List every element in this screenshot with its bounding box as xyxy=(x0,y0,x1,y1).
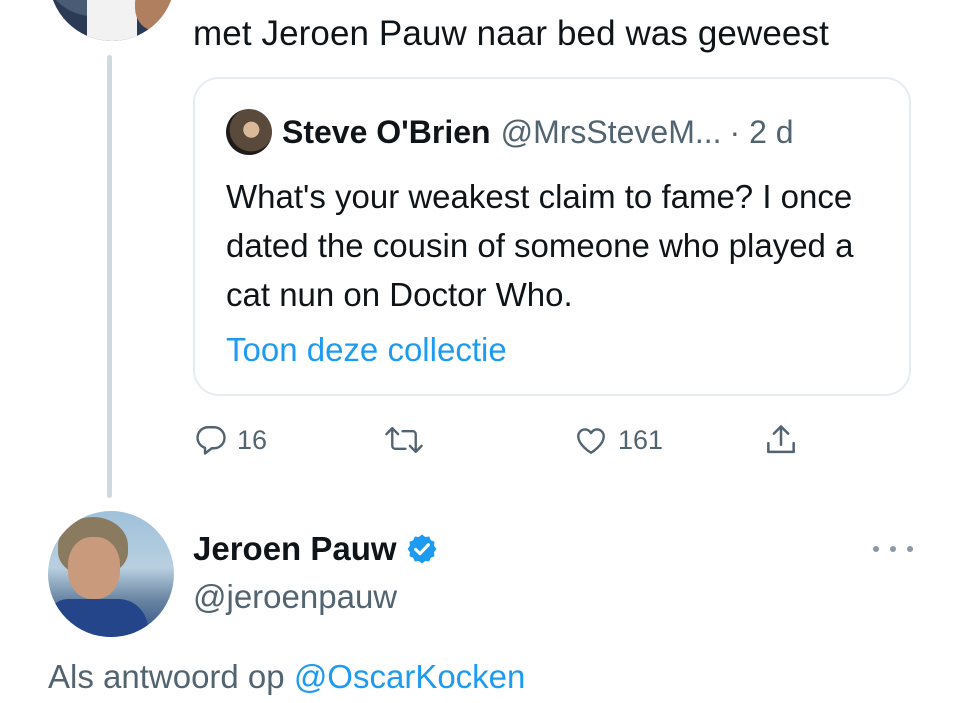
replying-to-prefix: Als antwoord op xyxy=(48,658,285,695)
speech-bubble-icon xyxy=(196,426,226,455)
show-collection-link[interactable]: Toon deze collectie xyxy=(226,327,507,373)
verified-badge-icon xyxy=(407,534,437,564)
like-count: 161 xyxy=(618,424,664,455)
top-tweet-text: met Jeroen Pauw naar bed was geweest xyxy=(193,14,829,53)
reply-button[interactable]: 16 xyxy=(193,420,267,460)
more-options-button[interactable] xyxy=(873,534,913,564)
thread-connector-line xyxy=(107,55,112,498)
share-icon xyxy=(767,425,795,454)
quoted-tweet-author-handle: @MrsSteveM... xyxy=(500,114,722,150)
like-button[interactable]: 161 xyxy=(572,420,663,460)
more-dots-icon xyxy=(907,546,913,552)
reply-tweet-author[interactable]: Jeroen Pauw xyxy=(193,528,439,570)
more-dots-icon xyxy=(873,546,879,552)
quoted-tweet-author-name: Steve O'Brien xyxy=(282,114,491,150)
quoted-tweet-header: Steve O'Brien @MrsSteveM... · 2 d xyxy=(282,112,794,152)
quoted-tweet-timestamp: · 2 d xyxy=(729,114,794,150)
more-dots-icon xyxy=(890,546,896,552)
retweet-button[interactable] xyxy=(382,420,426,460)
reply-tweet-avatar[interactable] xyxy=(48,511,174,637)
quoted-tweet-avatar xyxy=(226,109,272,155)
reply-tweet-author-handle[interactable]: @jeroenpauw xyxy=(193,576,397,618)
heart-icon xyxy=(577,428,605,454)
reply-tweet-author-name: Jeroen Pauw xyxy=(193,530,397,567)
share-button[interactable] xyxy=(762,420,800,460)
top-tweet-avatar[interactable] xyxy=(49,0,175,41)
replying-to-line: Als antwoord op @OscarKocken xyxy=(48,655,525,699)
quoted-tweet-body: What's your weakest claim to fame? I onc… xyxy=(226,178,854,313)
reply-count: 16 xyxy=(237,424,268,455)
replying-to-mention[interactable]: @OscarKocken xyxy=(294,658,526,695)
retweet-icon xyxy=(385,427,423,453)
